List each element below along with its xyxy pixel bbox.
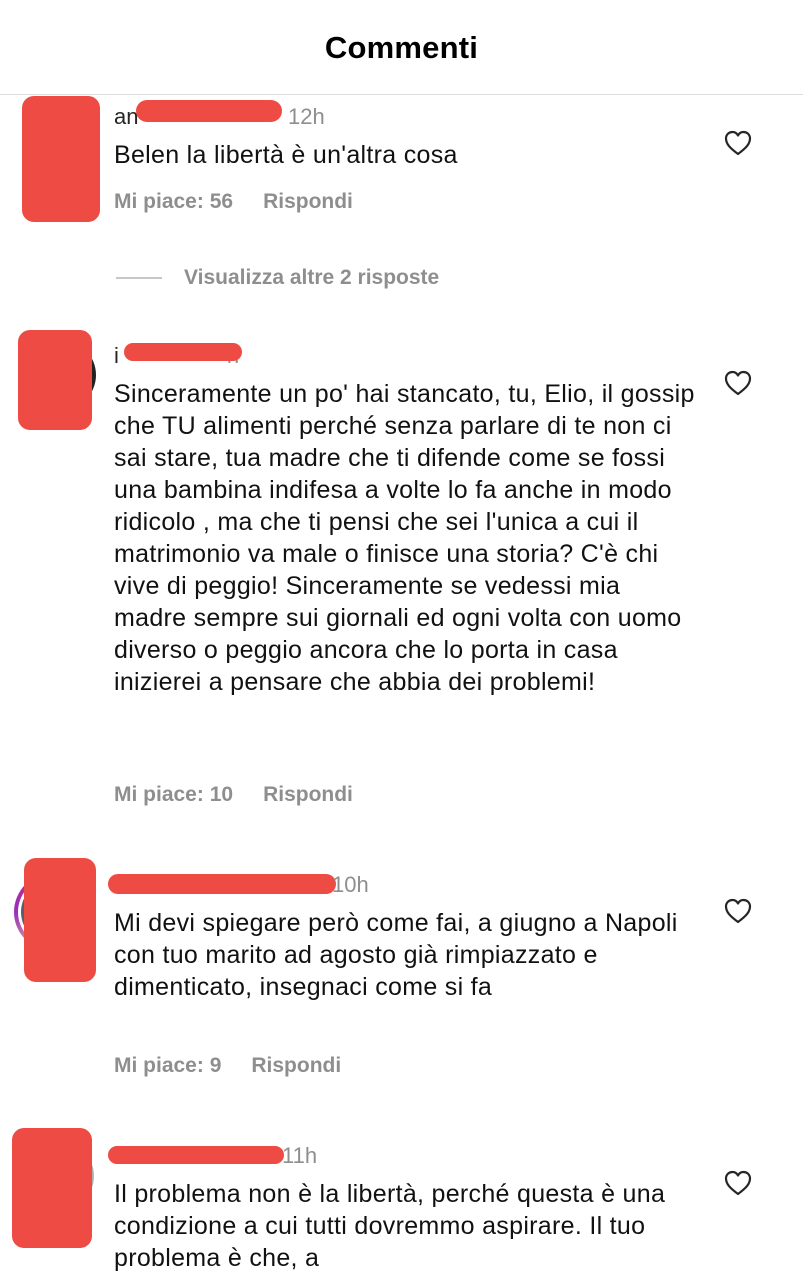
username-redaction <box>124 343 242 361</box>
comment-text: Sinceramente un po' hai stancato, tu, El… <box>114 380 695 696</box>
username-redaction <box>108 1146 284 1164</box>
like-count: Mi piace: 10 <box>114 783 234 806</box>
header: Commenti <box>0 0 803 95</box>
heart-outline-icon[interactable] <box>724 898 752 924</box>
avatar-redaction <box>12 1128 92 1248</box>
heart-outline-icon[interactable] <box>724 370 752 396</box>
comment-meta: Mi piace: 10 Rispondi <box>114 783 353 807</box>
like-count: Mi piace: 56 <box>114 190 234 213</box>
avatar-redaction <box>18 330 92 430</box>
comment-text: Belen la libertà è un'altra cosa <box>114 141 458 169</box>
heart-outline-icon[interactable] <box>724 130 752 156</box>
view-more-replies[interactable]: Visualizza altre 2 risposte <box>116 263 439 293</box>
comment-meta: Mi piace: 9 Rispondi <box>114 1054 341 1078</box>
username-redaction <box>108 874 336 894</box>
reply-button[interactable]: Rispondi <box>263 190 353 213</box>
comment-time: 11h <box>282 1143 318 1168</box>
comment-time: 10h <box>332 872 369 897</box>
comment-text: Il problema non è la libertà, perché que… <box>114 1180 666 1272</box>
like-count: Mi piace: 9 <box>114 1054 222 1077</box>
comment-time: 12h <box>288 104 325 129</box>
page-title: Commenti <box>324 30 479 65</box>
comment-meta: Mi piace: 56 Rispondi <box>114 190 353 214</box>
username-redaction <box>136 100 282 122</box>
avatar-redaction <box>22 96 100 222</box>
reply-button[interactable]: Rispondi <box>263 783 353 806</box>
comment-text: Mi devi spiegare però come fai, a giugno… <box>114 909 678 1001</box>
heart-outline-icon[interactable] <box>724 1170 752 1196</box>
avatar-redaction <box>24 858 96 982</box>
username[interactable]: an <box>114 104 138 130</box>
reply-button[interactable]: Rispondi <box>251 1054 341 1077</box>
divider <box>116 277 162 279</box>
view-more-replies-label: Visualizza altre 2 risposte <box>184 266 440 289</box>
